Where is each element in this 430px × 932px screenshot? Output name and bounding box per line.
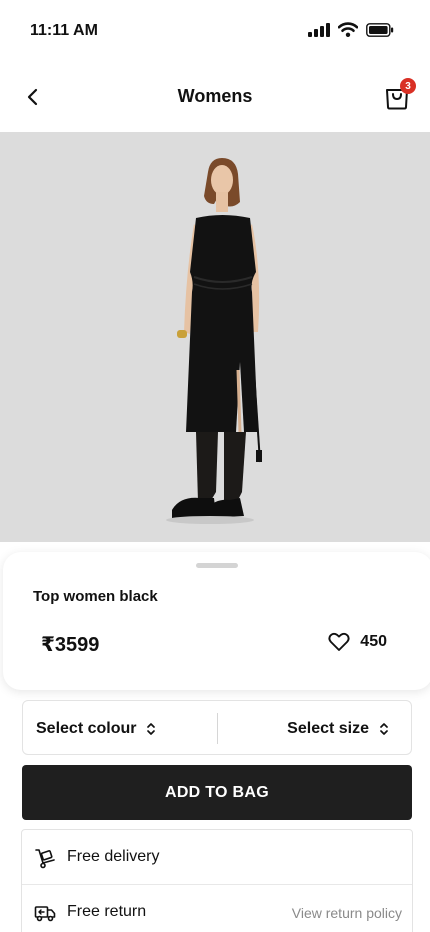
chevron-up-down-icon — [380, 722, 388, 735]
delivery-trolley-icon — [35, 849, 55, 869]
product-price: ₹3599 — [41, 634, 100, 656]
nav-bar: Womens 3 — [0, 62, 430, 132]
select-size-label: Select size — [287, 719, 369, 737]
like-count: 450 — [360, 633, 387, 650]
product-info-sheet: Top women black ₹3599 450 — [3, 552, 430, 690]
free-delivery-label: Free delivery — [67, 848, 160, 865]
model-illustration — [166, 158, 262, 524]
wifi-icon — [338, 22, 358, 37]
product-image — [0, 132, 430, 542]
chevron-up-down-icon — [147, 722, 156, 735]
battery-icon — [366, 22, 394, 37]
delivery-info-panel: Free delivery Free return View return po… — [21, 829, 413, 932]
status-icons — [308, 22, 394, 37]
sheet-drag-handle[interactable] — [196, 563, 238, 568]
heart-icon — [328, 632, 350, 651]
add-to-bag-button[interactable]: ADD TO BAG — [22, 765, 412, 820]
selector-divider — [217, 713, 218, 744]
variant-selectors: Select colour Select size — [22, 700, 412, 755]
select-colour-dropdown[interactable]: Select colour — [36, 701, 156, 756]
free-return-row: Free return View return policy — [22, 885, 412, 932]
signal-icon — [308, 22, 330, 37]
free-delivery-row: Free delivery — [22, 830, 412, 885]
select-colour-label: Select colour — [36, 719, 137, 737]
like-button[interactable]: 450 — [328, 632, 387, 652]
page-title: Womens — [177, 86, 253, 106]
free-return-label: Free return — [67, 903, 147, 920]
return-truck-icon — [34, 906, 56, 922]
select-size-dropdown[interactable]: Select size — [287, 701, 389, 756]
view-return-policy-link[interactable]: View return policy — [292, 905, 402, 921]
status-time: 11:11 AM — [30, 22, 98, 39]
cart-button[interactable]: 3 — [384, 78, 416, 110]
status-bar: 11:11 AM — [0, 0, 430, 62]
cart-count-badge: 3 — [400, 78, 416, 94]
product-title: Top women black — [33, 588, 158, 605]
